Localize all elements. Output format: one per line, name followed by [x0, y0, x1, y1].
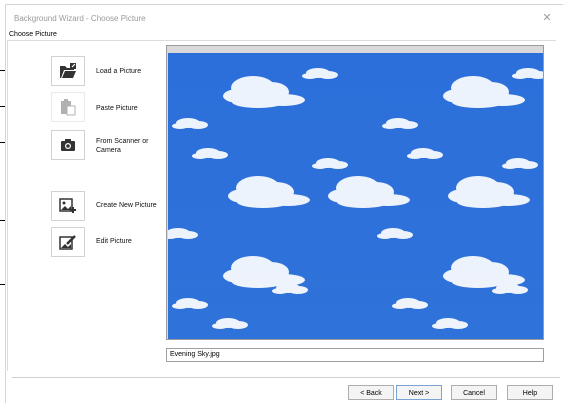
scanner-camera-label: From Scanner or Camera: [96, 138, 149, 154]
new-picture-icon: [59, 198, 76, 213]
sky-clouds-image: [168, 53, 543, 339]
group-label: Choose Picture: [7, 31, 59, 38]
cancel-button[interactable]: Cancel: [451, 385, 497, 400]
clipboard-paste-icon: [61, 98, 76, 115]
create-new-picture-label: Create New Picture: [96, 202, 157, 209]
title-bar: Background Wizard - Choose Picture ✕: [6, 5, 563, 31]
close-icon[interactable]: ✕: [537, 8, 557, 28]
filename-field: Evening Sky.jpg: [166, 348, 544, 362]
edit-picture-button[interactable]: [51, 227, 85, 257]
folder-open-icon: [60, 63, 76, 78]
next-button[interactable]: Next >: [396, 385, 442, 400]
picture-preview: [168, 53, 543, 339]
create-new-picture-button[interactable]: [51, 191, 85, 221]
edit-picture-label: Edit Picture: [96, 238, 132, 245]
help-button[interactable]: Help: [507, 385, 553, 400]
camera-icon: [61, 139, 75, 151]
paste-picture-label: Paste Picture: [96, 105, 138, 112]
window-title: Background Wizard - Choose Picture: [14, 14, 146, 23]
load-picture-button[interactable]: [51, 56, 85, 86]
paste-picture-button[interactable]: [51, 92, 85, 122]
picture-preview-frame: [166, 45, 544, 340]
edit-picture-icon: [59, 235, 76, 250]
separator: [12, 377, 560, 378]
load-picture-label: Load a Picture: [96, 68, 142, 75]
scanner-camera-button[interactable]: [51, 130, 85, 160]
back-button[interactable]: < Back: [348, 385, 394, 400]
